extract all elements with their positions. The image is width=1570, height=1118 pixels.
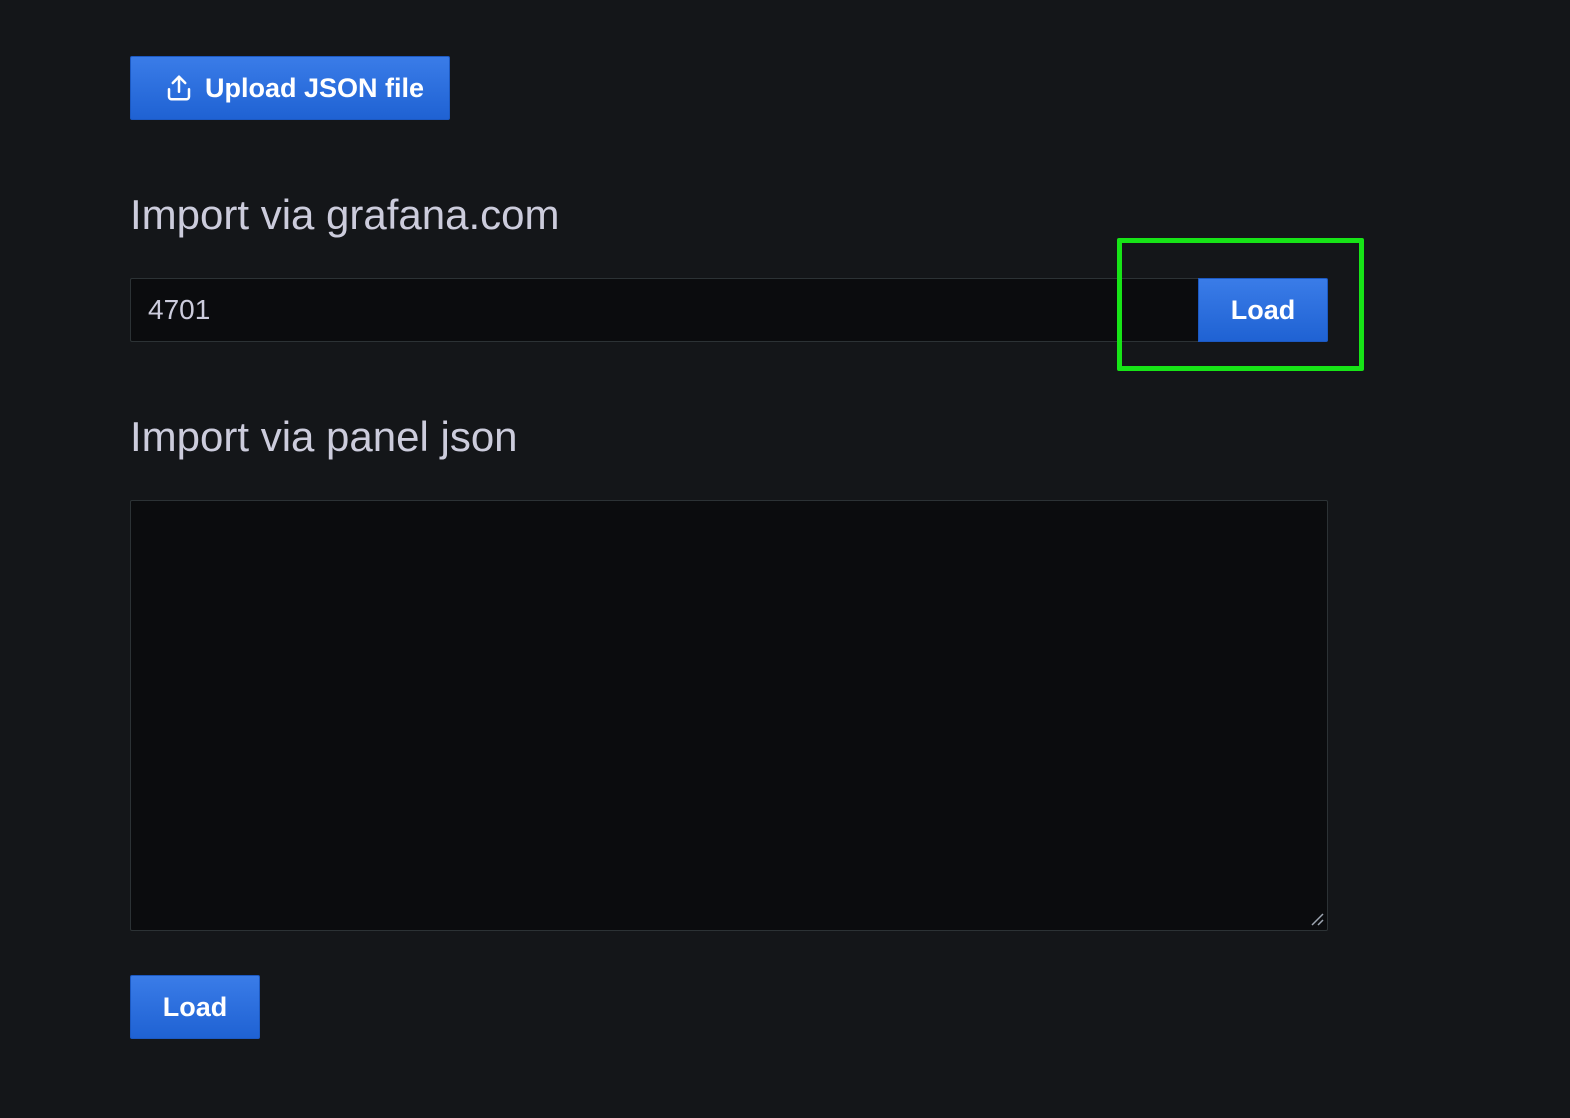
import-panel-json-title: Import via panel json — [130, 413, 518, 460]
upload-icon — [164, 73, 194, 103]
upload-json-file-label: Upload JSON file — [205, 72, 425, 103]
load-panel-json-button[interactable]: Load — [130, 975, 260, 1039]
grafana-dashboard-id-input[interactable] — [130, 278, 1200, 342]
panel-json-textarea[interactable] — [130, 500, 1328, 931]
import-grafana-title: Import via grafana.com — [130, 191, 560, 238]
resize-handle-icon[interactable] — [1310, 912, 1324, 926]
upload-json-file-button[interactable]: Upload JSON file — [130, 56, 450, 120]
load-grafana-button[interactable]: Load — [1198, 278, 1328, 342]
